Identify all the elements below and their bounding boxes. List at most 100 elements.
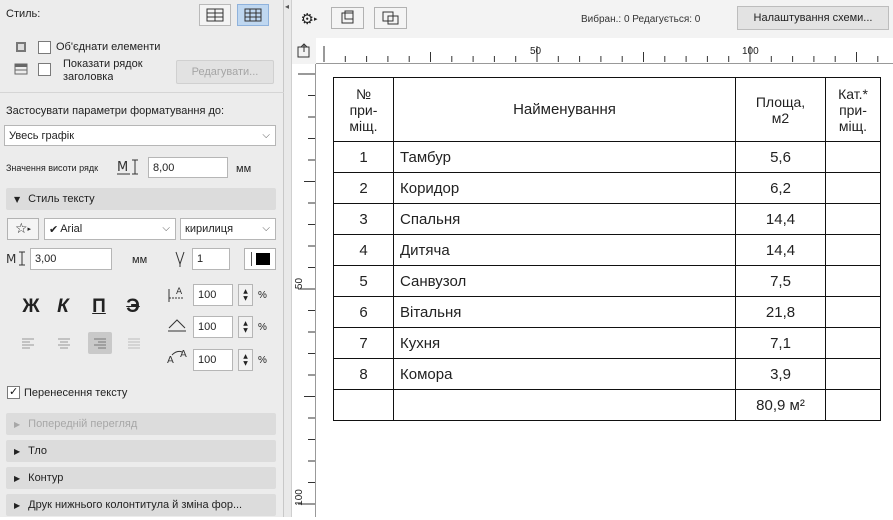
cell-category[interactable] bbox=[825, 141, 881, 173]
color-swatch bbox=[255, 253, 270, 265]
cell-room-name[interactable]: Коридор bbox=[393, 172, 736, 204]
align-left-button[interactable] bbox=[16, 332, 40, 354]
header-line: № bbox=[355, 85, 372, 102]
header-line: Кат.* bbox=[838, 85, 868, 102]
view-settings-button[interactable]: ⚙ ▸ bbox=[296, 8, 322, 30]
charset-select[interactable]: кирилиця ⌵ bbox=[180, 218, 276, 240]
cell-category[interactable] bbox=[825, 327, 881, 359]
style-grid-simple-button[interactable] bbox=[199, 4, 231, 26]
cell-empty[interactable] bbox=[825, 389, 881, 421]
align-center-icon bbox=[58, 338, 70, 349]
line-spacing-stepper[interactable]: ▲ ▼ bbox=[238, 349, 253, 371]
grid-full-icon bbox=[244, 8, 262, 22]
header-area[interactable]: Площа, м2 bbox=[735, 77, 826, 142]
align-center-button[interactable] bbox=[52, 332, 76, 354]
select-elements-button[interactable] bbox=[374, 7, 407, 29]
contour-section[interactable]: ▶ Контур bbox=[6, 467, 276, 489]
merge-elements-checkbox[interactable] bbox=[38, 40, 51, 54]
merge-elements-label: Об'єднати елементи bbox=[56, 41, 161, 53]
row-height-input[interactable]: 8,00 bbox=[148, 157, 228, 178]
line-spacing-input[interactable]: 100 bbox=[193, 349, 233, 371]
cell-empty[interactable] bbox=[333, 389, 394, 421]
cell-room-name[interactable]: Тамбур bbox=[393, 141, 736, 173]
background-section[interactable]: ▶ Тло bbox=[6, 440, 276, 462]
charset-value: кирилиця bbox=[185, 223, 234, 235]
header-line: міщ. bbox=[349, 117, 378, 134]
divider bbox=[250, 252, 252, 266]
cell-area[interactable]: 14,4 bbox=[735, 234, 826, 266]
table-row: 7 Кухня 7,1 bbox=[333, 327, 881, 359]
schedule-toolbar: ⚙ ▸ Вибран.: 0 Редагується: 0 Налаштуванн… bbox=[292, 0, 893, 38]
cell-room-name[interactable]: Кухня bbox=[393, 327, 736, 359]
table-row: 8 Комора 3,9 bbox=[333, 358, 881, 390]
cell-area[interactable]: 7,1 bbox=[735, 327, 826, 359]
width-factor-stepper[interactable]: ▲ ▼ bbox=[238, 316, 253, 338]
header-name[interactable]: Найменування bbox=[393, 77, 736, 142]
edit-header-button[interactable]: Редагувати... bbox=[176, 60, 274, 84]
cell-room-name[interactable]: Дитяча bbox=[393, 234, 736, 266]
pen-number-input[interactable]: 1 bbox=[192, 248, 230, 270]
text-style-section[interactable]: ▼ Стиль тексту bbox=[6, 188, 276, 210]
panel-splitter[interactable]: ◂ bbox=[284, 0, 292, 517]
text-size-icon: M bbox=[6, 251, 25, 266]
schedule-settings-button[interactable]: Налаштування схеми... bbox=[737, 6, 889, 30]
style-grid-full-button[interactable] bbox=[237, 4, 269, 26]
cell-area[interactable]: 5,6 bbox=[735, 141, 826, 173]
table-row: 1 Тамбур 5,6 bbox=[333, 141, 881, 173]
bold-button[interactable]: Ж bbox=[18, 294, 44, 320]
pen-icon bbox=[175, 251, 185, 267]
cell-room-name[interactable]: Вітальня bbox=[393, 296, 736, 328]
cell-category[interactable] bbox=[825, 172, 881, 204]
font-select[interactable]: ✔ Arial ⌵ bbox=[44, 218, 176, 240]
header-room-number[interactable]: № при- міщ. bbox=[333, 77, 394, 142]
cell-room-number[interactable]: 8 bbox=[333, 358, 394, 390]
insert-row-button[interactable] bbox=[292, 38, 316, 64]
cell-area[interactable]: 7,5 bbox=[735, 265, 826, 297]
cell-category[interactable] bbox=[825, 358, 881, 390]
cell-area[interactable]: 6,2 bbox=[735, 172, 826, 204]
cell-area[interactable]: 3,9 bbox=[735, 358, 826, 390]
vertical-ruler: 50 100 bbox=[292, 64, 316, 517]
header-category[interactable]: Кат.* при- міщ. bbox=[825, 77, 881, 142]
width-factor-input[interactable]: 100 bbox=[193, 316, 233, 338]
char-spacing-stepper[interactable]: ▲ ▼ bbox=[238, 284, 253, 306]
cell-category[interactable] bbox=[825, 296, 881, 328]
footer-print-section[interactable]: ▶ Друк нижнього колонтитула й зміна фор.… bbox=[6, 494, 276, 516]
cell-room-number[interactable]: 3 bbox=[333, 203, 394, 235]
strikethrough-button[interactable]: Э bbox=[120, 294, 146, 320]
cell-room-number[interactable]: 6 bbox=[333, 296, 394, 328]
cell-room-name[interactable]: Спальня bbox=[393, 203, 736, 235]
italic-button[interactable]: К bbox=[50, 294, 76, 320]
schedule-sheet: № при- міщ. Найменування Площа, м2 Кат.*… bbox=[316, 65, 893, 517]
cell-room-number[interactable]: 4 bbox=[333, 234, 394, 266]
cell-empty[interactable] bbox=[393, 389, 736, 421]
cell-room-number[interactable]: 1 bbox=[333, 141, 394, 173]
cell-category[interactable] bbox=[825, 203, 881, 235]
cell-room-number[interactable]: 7 bbox=[333, 327, 394, 359]
arrow-down-icon: ▼ bbox=[243, 327, 248, 334]
underline-button[interactable]: П bbox=[86, 294, 112, 320]
cell-total-area[interactable]: 80,9 м² bbox=[735, 389, 826, 421]
preview-section[interactable]: ▶ Попередній перегляд bbox=[6, 413, 276, 435]
align-right-button[interactable] bbox=[88, 332, 112, 354]
cell-room-number[interactable]: 5 bbox=[333, 265, 394, 297]
fit-element-button[interactable] bbox=[331, 7, 364, 29]
cell-area[interactable]: 21,8 bbox=[735, 296, 826, 328]
pen-color-button[interactable] bbox=[244, 248, 276, 270]
text-size-input[interactable]: 3,00 bbox=[30, 248, 112, 270]
cell-category[interactable] bbox=[825, 234, 881, 266]
cell-category[interactable] bbox=[825, 265, 881, 297]
table-row: 3 Спальня 14,4 bbox=[333, 203, 881, 235]
char-spacing-input[interactable]: 100 bbox=[193, 284, 233, 306]
cell-room-name[interactable]: Санвузол bbox=[393, 265, 736, 297]
apply-format-select[interactable]: Увесь графік ⌵ bbox=[4, 125, 276, 146]
triangle-right-icon: ▶ bbox=[14, 473, 21, 483]
cell-room-number[interactable]: 2 bbox=[333, 172, 394, 204]
show-header-row-checkbox[interactable] bbox=[38, 62, 51, 76]
arrow-down-icon: ▼ bbox=[243, 360, 248, 367]
wrap-text-checkbox[interactable] bbox=[7, 385, 20, 399]
align-justify-button[interactable] bbox=[122, 332, 146, 354]
cell-area[interactable]: 14,4 bbox=[735, 203, 826, 235]
favorites-button[interactable]: ☆ ▸ bbox=[7, 218, 39, 240]
cell-room-name[interactable]: Комора bbox=[393, 358, 736, 390]
